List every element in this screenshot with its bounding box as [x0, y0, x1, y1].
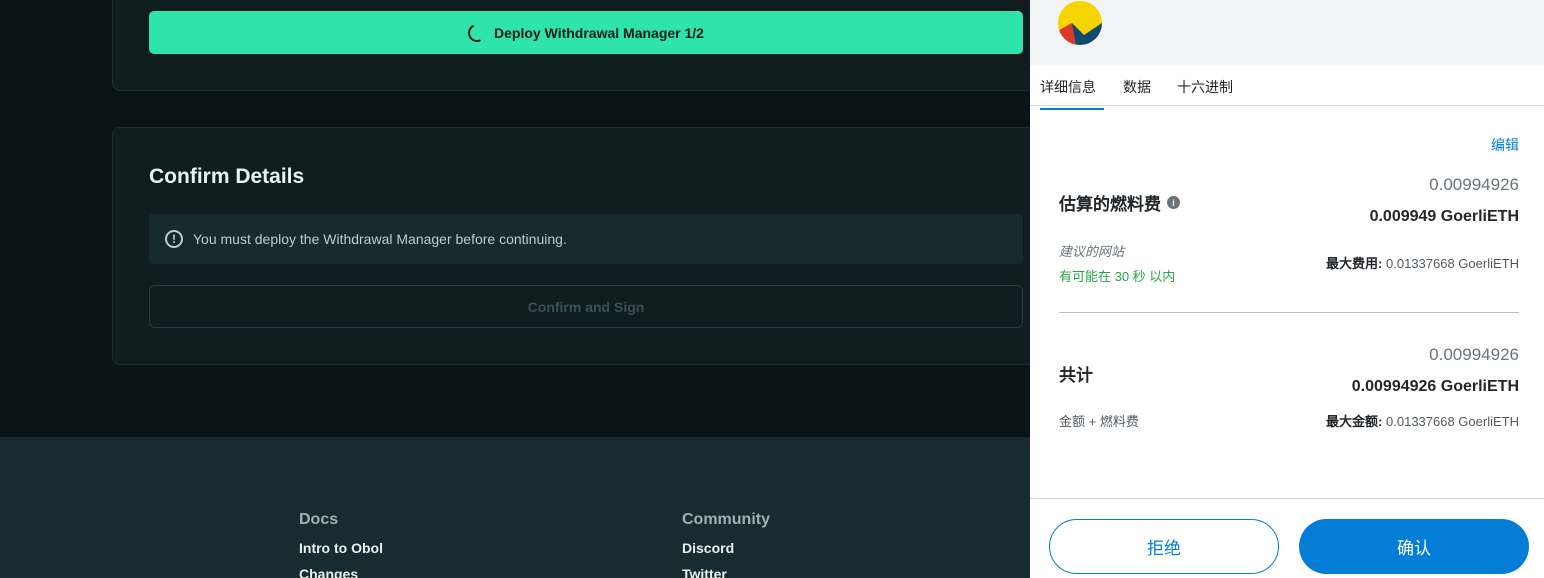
alert-text: You must deploy the Withdrawal Manager b… — [193, 231, 567, 247]
gas-fee-label-row: 估算的燃料费 i — [1059, 190, 1180, 215]
loading-spinner-icon — [465, 20, 489, 45]
info-icon[interactable]: i — [1167, 196, 1180, 209]
wallet-action-bar: 拒绝 确认 — [1030, 498, 1544, 578]
max-amount-label: 最大金额: — [1326, 414, 1383, 429]
tab-details[interactable]: 详细信息 — [1040, 77, 1104, 110]
wallet-header — [1030, 0, 1544, 65]
gas-fee-primary-amount: 0.009949 GoerliETH — [1369, 208, 1519, 225]
site-suggested-label[interactable]: 建议的网站 — [1059, 241, 1124, 260]
confirm-and-sign-button[interactable]: Confirm and Sign — [149, 285, 1023, 328]
wallet-confirmation-panel: 详细信息 数据 十六进制 编辑 估算的燃料费 i 0.00994926 0.00… — [1030, 0, 1544, 578]
deploy-card: Deploy Withdrawal Manager 1/2 — [112, 0, 1052, 91]
footer-link-twitter[interactable]: Twitter — [682, 566, 770, 578]
deploy-button-label: Deploy Withdrawal Manager 1/2 — [494, 24, 704, 41]
total-secondary-amount: 0.00994926 — [1429, 345, 1519, 364]
footer-link-intro-to-obol[interactable]: Intro to Obol — [299, 540, 383, 556]
footer-docs-heading: Docs — [299, 511, 339, 528]
confirm-button[interactable]: 确认 — [1299, 519, 1529, 574]
max-fee-value: 0.01337668 GoerliETH — [1386, 256, 1519, 271]
confirm-details-card: Confirm Details ! You must deploy the Wi… — [112, 127, 1052, 365]
transaction-tabs: 详细信息 数据 十六进制 — [1030, 65, 1544, 110]
total-label-row: 共计 — [1059, 361, 1093, 386]
section-divider — [1059, 312, 1519, 313]
max-amount-value: 0.01337668 GoerliETH — [1386, 414, 1519, 429]
exclamation-circle-icon: ! — [165, 230, 183, 248]
gas-fee-secondary-amount: 0.00994926 — [1429, 175, 1519, 194]
deploy-withdrawal-manager-button[interactable]: Deploy Withdrawal Manager 1/2 — [149, 11, 1023, 54]
max-fee-label: 最大费用: — [1326, 256, 1383, 271]
max-fee-line: 最大费用: 0.01337668 GoerliETH — [1326, 253, 1519, 272]
total-label: 共计 — [1059, 366, 1093, 385]
gas-fee-label: 估算的燃料费 — [1059, 195, 1161, 214]
max-amount-line: 最大金额: 0.01337668 GoerliETH — [1326, 411, 1519, 430]
total-primary-amount: 0.00994926 GoerliETH — [1351, 378, 1519, 395]
footer-docs-column: Docs Intro to Obol Changes — [299, 511, 383, 578]
edit-gas-link[interactable]: 编辑 — [1491, 135, 1519, 155]
deploy-required-alert: ! You must deploy the Withdrawal Manager… — [149, 214, 1023, 264]
footer-link-changes[interactable]: Changes — [299, 566, 383, 578]
total-sub-label: 金额 + 燃料费 — [1059, 414, 1139, 429]
tab-hex[interactable]: 十六进制 — [1177, 77, 1233, 108]
gas-time-estimate: 有可能在 30 秒 以内 — [1059, 269, 1176, 284]
confirm-details-title: Confirm Details — [149, 165, 305, 188]
account-avatar-icon — [1058, 1, 1102, 45]
tab-data[interactable]: 数据 — [1123, 77, 1151, 108]
footer-community-heading: Community — [682, 511, 770, 528]
reject-button[interactable]: 拒绝 — [1049, 519, 1279, 574]
footer-link-discord[interactable]: Discord — [682, 540, 770, 556]
footer-community-column: Community Discord Twitter — [682, 511, 770, 578]
